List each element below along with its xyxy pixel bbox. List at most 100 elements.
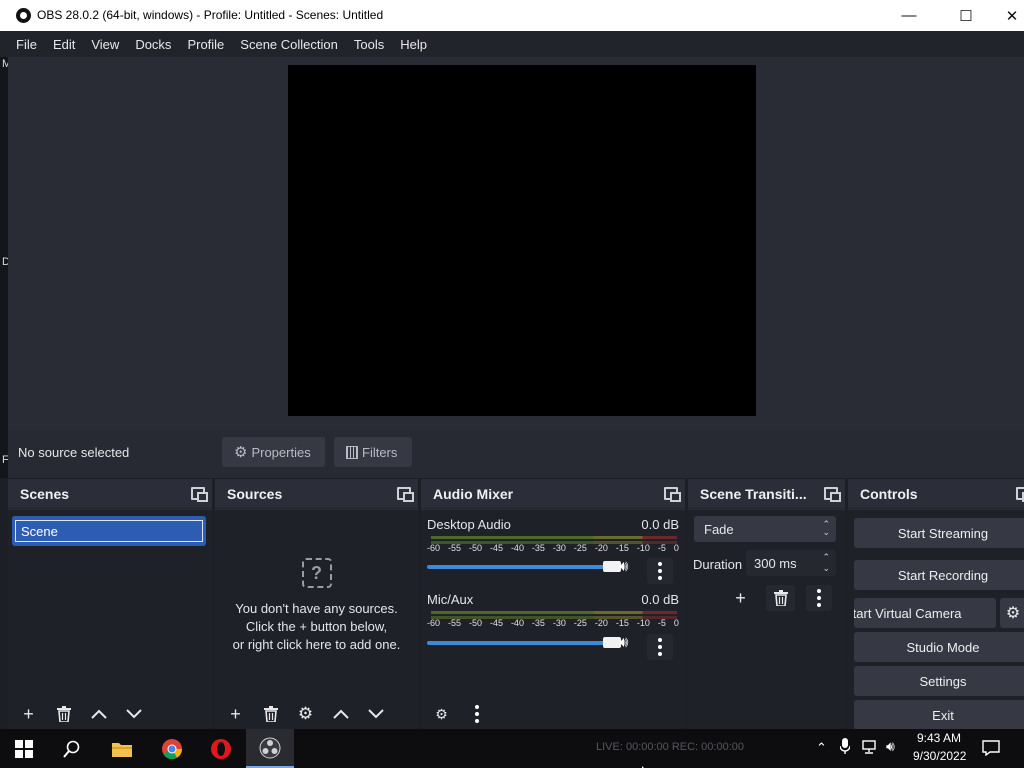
undock-icon[interactable] — [397, 487, 414, 502]
obs-status-text: LIVE: 00:00:00 REC: 00:00:00 — [596, 741, 744, 753]
undock-icon[interactable] — [191, 487, 208, 502]
scene-name-field[interactable]: Scene — [15, 520, 203, 542]
chevron-up-icon[interactable]: ⌃ — [816, 740, 827, 756]
sources-empty-state: ? You don't have any sources. Click the … — [215, 558, 418, 654]
start-virtual-camera-button[interactable]: Start Virtual Camera — [854, 598, 996, 628]
menu-tools[interactable]: Tools — [346, 37, 392, 52]
empty-line-3: or right click here to add one. — [232, 637, 401, 652]
undock-icon[interactable] — [1016, 487, 1024, 502]
preview-canvas[interactable] — [288, 65, 756, 416]
file-explorer-icon[interactable] — [98, 729, 146, 768]
duration-spinbox[interactable]: 300 ms ⌃ ⌄ — [746, 550, 836, 576]
tick-label: -20 — [594, 618, 608, 628]
add-transition-button[interactable]: + — [726, 585, 755, 611]
start-recording-button[interactable]: Start Recording — [854, 560, 1024, 590]
scenes-title: Scenes — [20, 485, 70, 502]
undock-icon[interactable] — [664, 487, 681, 502]
plus-icon: + — [230, 703, 241, 724]
clock-date[interactable]: 9/30/2022 — [913, 749, 966, 763]
audio-mixer-dock: Audio Mixer Desktop Audio 0.0 dB -60 -55-… — [421, 479, 685, 729]
microphone-icon[interactable] — [839, 738, 851, 757]
add-scene-button[interactable]: + — [14, 701, 43, 727]
advanced-audio-button[interactable]: ⚙ — [427, 701, 456, 727]
updown-arrows-icon: ⌃ ⌄ — [822, 519, 830, 537]
add-source-button[interactable]: + — [221, 701, 250, 727]
maximize-button[interactable]: ☐ — [943, 0, 989, 31]
spin-arrows-icon[interactable]: ⌃ ⌄ — [822, 552, 830, 574]
gear-icon: ⚙ — [297, 704, 314, 723]
notification-icon[interactable] — [982, 740, 1000, 759]
remove-scene-button[interactable] — [49, 701, 78, 727]
sources-dock: Sources ? You don't have any sources. Cl… — [215, 479, 418, 729]
scene-transitions-dock: Scene Transiti... Fade ⌃ ⌄ Duration 300 m… — [688, 479, 845, 729]
tick-label: -40 — [510, 543, 524, 553]
meter-ticks: -60 -55 -50 -45 -40 -35 -30 -25 -20 -15 -10 -5 0 — [427, 543, 679, 553]
start-streaming-button[interactable]: Start Streaming — [854, 518, 1024, 548]
virtual-camera-settings-button[interactable]: ⚙ — [1000, 598, 1024, 628]
tick-label: -45 — [489, 543, 503, 553]
menu-profile[interactable]: Profile — [179, 37, 232, 52]
context-bar — [8, 430, 1024, 478]
speaker-icon[interactable]: 🔊︎ — [619, 558, 628, 575]
chevron-down-icon — [125, 709, 142, 719]
opera-icon[interactable] — [197, 729, 245, 768]
tick-label: -45 — [489, 618, 503, 628]
transitions-title: Scene Transiti... — [700, 485, 807, 502]
move-source-down-button[interactable] — [361, 701, 390, 727]
move-source-up-button[interactable] — [326, 701, 355, 727]
window-titlebar: OBS 28.0.2 (64-bit, windows) - Profile: … — [0, 0, 1024, 31]
scene-list-item[interactable]: Scene — [12, 516, 206, 546]
exit-button[interactable]: Exit — [854, 700, 1024, 729]
tick-label: -10 — [636, 543, 650, 553]
tick-label: -50 — [468, 618, 482, 628]
remove-source-button[interactable] — [256, 701, 285, 727]
mixer-menu-button[interactable] — [462, 701, 491, 727]
network-icon[interactable] — [862, 740, 880, 757]
menu-help[interactable]: Help — [392, 37, 435, 52]
volume-slider[interactable] — [427, 561, 621, 572]
properties-button[interactable]: ⚙ Properties — [222, 437, 325, 467]
scenes-list[interactable]: Scene + — [8, 510, 212, 729]
channel-name: Mic/Aux — [427, 592, 474, 607]
tick-label: -30 — [552, 543, 566, 553]
filters-button[interactable]: Filters — [334, 437, 412, 467]
speaker-icon[interactable]: 🔊︎ — [886, 738, 895, 755]
tick-label: -5 — [657, 543, 666, 553]
filter-icon — [346, 445, 358, 459]
menu-file[interactable]: File — [8, 37, 45, 52]
speaker-icon[interactable]: 🔊︎ — [619, 634, 628, 651]
obs-taskbar-icon[interactable] — [246, 729, 294, 768]
source-properties-button[interactable]: ⚙ — [291, 701, 320, 727]
menu-docks[interactable]: Docks — [127, 37, 179, 52]
move-scene-down-button[interactable] — [119, 701, 148, 727]
sources-list[interactable]: ? You don't have any sources. Click the … — [215, 510, 418, 729]
menu-scene-collection[interactable]: Scene Collection — [232, 37, 346, 52]
close-button[interactable]: ✕ — [989, 0, 1024, 31]
chrome-icon[interactable] — [148, 729, 196, 768]
sources-title: Sources — [227, 485, 283, 502]
settings-button[interactable]: Settings — [854, 666, 1024, 696]
gear-icon: ⚙ — [1005, 605, 1021, 622]
scenes-dock-header: Scenes — [8, 479, 212, 509]
tick-label: -60 — [427, 543, 441, 553]
channel-menu-button[interactable] — [647, 634, 673, 660]
tick-label: -20 — [594, 543, 608, 553]
tick-label: -35 — [531, 543, 545, 553]
remove-transition-button[interactable] — [766, 585, 795, 611]
volume-slider[interactable] — [427, 637, 621, 648]
search-icon[interactable] — [48, 729, 96, 768]
studio-mode-button[interactable]: Studio Mode — [854, 632, 1024, 662]
transition-menu-button[interactable] — [806, 585, 832, 611]
clock-time[interactable]: 9:43 AM — [917, 731, 961, 745]
channel-menu-button[interactable] — [647, 558, 673, 584]
scenes-dock: Scenes Scene + — [8, 479, 212, 729]
windows-start-icon[interactable] — [0, 729, 48, 768]
window-title: OBS 28.0.2 (64-bit, windows) - Profile: … — [37, 8, 384, 22]
duration-value: 300 ms — [754, 556, 797, 571]
menu-edit[interactable]: Edit — [45, 37, 83, 52]
undock-icon[interactable] — [824, 487, 841, 502]
minimize-button[interactable]: — — [886, 0, 932, 31]
transition-select[interactable]: Fade ⌃ ⌄ — [694, 516, 836, 542]
menu-view[interactable]: View — [83, 37, 127, 52]
move-scene-up-button[interactable] — [84, 701, 113, 727]
